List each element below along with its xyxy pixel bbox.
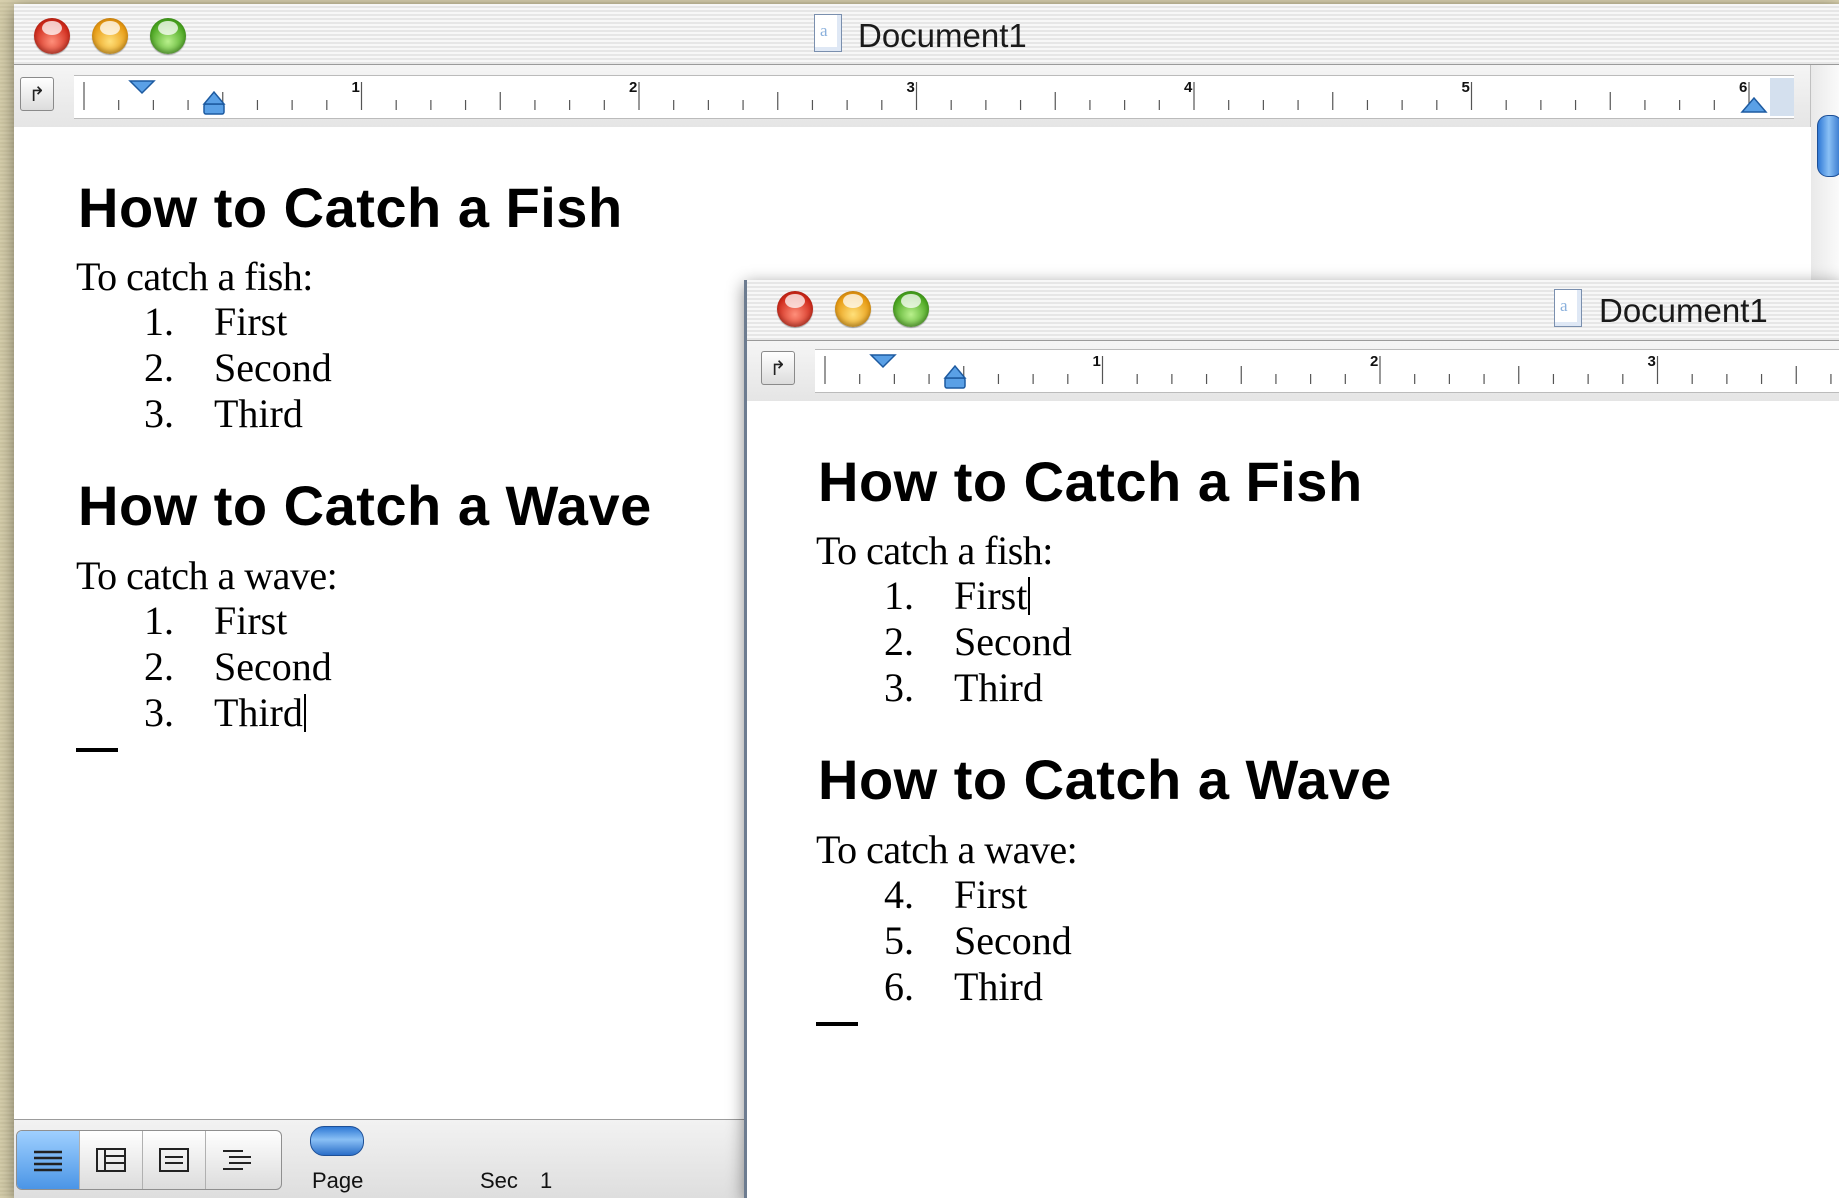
ruler-bar: ↱ 1 2 3 bbox=[747, 341, 1839, 402]
window-title: Document1 bbox=[1599, 292, 1768, 329]
end-of-document-mark bbox=[816, 1022, 858, 1026]
online-layout-view-icon[interactable] bbox=[80, 1131, 143, 1189]
intro-wave: To catch a wave: bbox=[816, 827, 1078, 872]
outline-view-icon[interactable] bbox=[206, 1131, 268, 1189]
intro-wave: To catch a wave: bbox=[76, 553, 338, 598]
list-item: Second bbox=[954, 619, 1072, 664]
list-number: 5. bbox=[884, 918, 914, 963]
close-button-icon[interactable] bbox=[777, 291, 813, 327]
document-icon bbox=[1554, 289, 1582, 327]
list-item: Third bbox=[214, 690, 303, 735]
list-number: 1. bbox=[144, 598, 174, 643]
list-number: 3. bbox=[144, 690, 174, 735]
text-caret bbox=[303, 694, 306, 732]
end-of-document-mark bbox=[76, 748, 118, 752]
horizontal-scroll-thumb[interactable] bbox=[310, 1126, 364, 1156]
horizontal-ruler[interactable]: 1 2 3 4 5 6 bbox=[74, 75, 1794, 119]
page-layout-view-icon[interactable] bbox=[143, 1131, 206, 1189]
first-line-indent-marker bbox=[869, 354, 897, 369]
zoom-button-icon[interactable] bbox=[893, 291, 929, 327]
right-indent-marker bbox=[1740, 96, 1768, 113]
ruler-number: 3 bbox=[907, 79, 915, 96]
tab-stop-icon[interactable]: ↱ bbox=[761, 351, 795, 385]
left-indent-marker bbox=[944, 377, 966, 389]
ruler-ticks: 1 2 3 4 5 6 bbox=[83, 78, 1794, 116]
minimize-button-icon[interactable] bbox=[835, 291, 871, 327]
list-number: 3. bbox=[144, 391, 174, 436]
intro-fish: To catch a fish: bbox=[816, 528, 1053, 573]
list-number: 6. bbox=[884, 964, 914, 1009]
list-number: 1. bbox=[884, 573, 914, 618]
vertical-scroll-thumb[interactable] bbox=[1817, 115, 1839, 177]
heading-wave: How to Catch a Wave bbox=[78, 474, 652, 537]
tab-stop-icon[interactable]: ↱ bbox=[20, 77, 54, 111]
list-item: Third bbox=[954, 964, 1043, 1009]
list-item: Second bbox=[214, 345, 332, 390]
list-item: Third bbox=[954, 665, 1043, 710]
ruler-right-margin bbox=[1770, 78, 1794, 116]
hanging-indent-marker bbox=[202, 90, 226, 105]
list-number: 2. bbox=[884, 619, 914, 664]
ruler-number: 2 bbox=[629, 79, 637, 96]
text-caret bbox=[1028, 577, 1031, 615]
status-sec-value: 1 bbox=[540, 1168, 553, 1193]
ruler-number: 4 bbox=[1184, 79, 1193, 96]
back-window-titlebar[interactable]: Document1 bbox=[14, 4, 1839, 65]
heading-fish: How to Catch a Fish bbox=[78, 176, 623, 239]
intro-fish: To catch a fish: bbox=[76, 254, 313, 299]
list-item: First bbox=[214, 598, 288, 643]
list-item: First bbox=[214, 299, 288, 344]
minimize-button-icon[interactable] bbox=[92, 18, 128, 54]
ruler-number: 3 bbox=[1648, 353, 1656, 370]
ruler-number: 2 bbox=[1370, 353, 1378, 370]
list-item: Third bbox=[214, 391, 303, 436]
normal-view-icon[interactable] bbox=[17, 1131, 80, 1189]
view-buttons bbox=[16, 1130, 282, 1190]
front-document-window: Document1 ↱ 1 2 3 How to Catch a Fish To c… bbox=[744, 280, 1839, 1198]
list-item: Second bbox=[214, 644, 332, 689]
left-indent-marker bbox=[203, 103, 225, 115]
status-page: Page bbox=[312, 1168, 364, 1193]
window-title: Document1 bbox=[858, 17, 1027, 54]
ruler-bar: ↱ 1 2 3 4 5 6 bbox=[14, 65, 1839, 128]
ruler-number: 1 bbox=[1093, 353, 1101, 370]
ruler-ticks: 1 2 3 bbox=[824, 353, 1832, 389]
list-number: 3. bbox=[884, 665, 914, 710]
ruler-number: 5 bbox=[1462, 79, 1470, 96]
list-item: First bbox=[954, 872, 1028, 917]
heading-wave: How to Catch a Wave bbox=[818, 748, 1392, 811]
list-item-with-caret: Third bbox=[214, 689, 306, 736]
document-icon bbox=[814, 14, 842, 52]
list-number: 2. bbox=[144, 644, 174, 689]
front-window-titlebar[interactable]: Document1 bbox=[747, 280, 1839, 341]
close-button-icon[interactable] bbox=[34, 18, 70, 54]
heading-fish: How to Catch a Fish bbox=[818, 450, 1363, 513]
hanging-indent-marker bbox=[943, 364, 967, 379]
front-document-page[interactable]: How to Catch a Fish To catch a fish: 1. … bbox=[747, 401, 1839, 1198]
first-line-indent-marker bbox=[128, 80, 156, 95]
status-sec-label: Sec bbox=[480, 1168, 518, 1193]
horizontal-ruler[interactable]: 1 2 3 bbox=[815, 349, 1839, 393]
list-number: 4. bbox=[884, 872, 914, 917]
list-item: First bbox=[954, 573, 1028, 618]
list-item-with-caret: First bbox=[954, 572, 1031, 619]
ruler-number: 1 bbox=[352, 79, 360, 96]
zoom-button-icon[interactable] bbox=[150, 18, 186, 54]
ruler-number: 6 bbox=[1739, 79, 1747, 96]
list-number: 1. bbox=[144, 299, 174, 344]
list-item: Second bbox=[954, 918, 1072, 963]
list-number: 2. bbox=[144, 345, 174, 390]
